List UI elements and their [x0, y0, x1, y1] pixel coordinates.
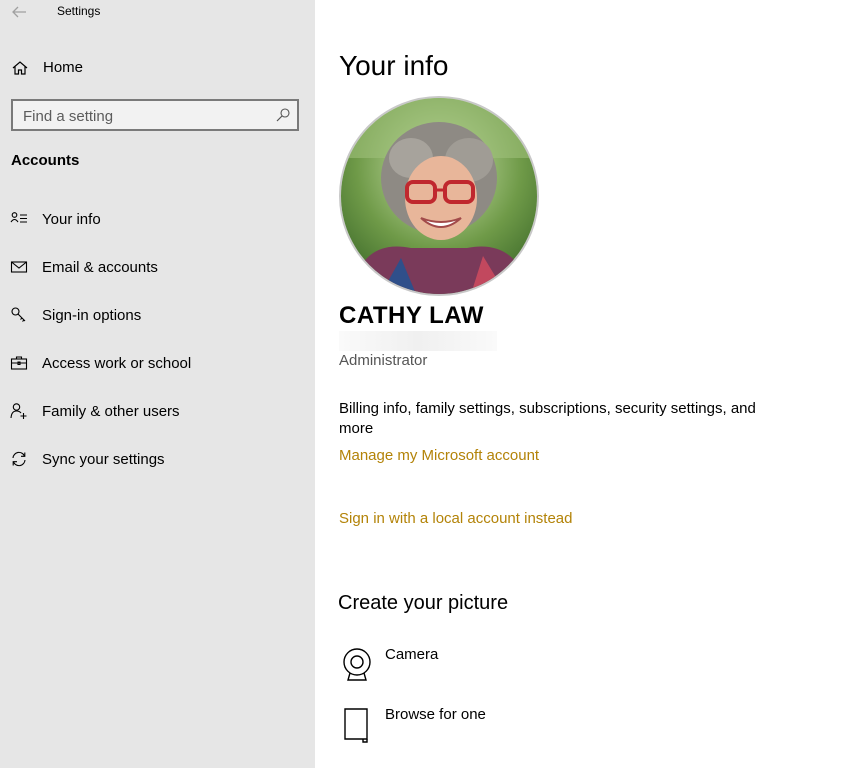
email-redacted [339, 331, 497, 351]
user-role: Administrator [339, 352, 428, 369]
local-account-link[interactable]: Sign in with a local account instead [339, 510, 572, 527]
title-bar: Settings [0, 0, 315, 26]
back-arrow-icon[interactable] [10, 4, 28, 20]
sync-icon [12, 451, 26, 467]
sidebar: Settings Home Accounts Your info [0, 0, 315, 768]
sidebar-item-label: Your info [42, 211, 101, 228]
key-icon [11, 307, 26, 322]
sidebar-item-your-info[interactable]: Your info [0, 203, 315, 251]
sidebar-item-label: Sign-in options [42, 307, 142, 324]
create-picture-title: Create your picture [338, 592, 509, 614]
manage-account-link[interactable]: Manage my Microsoft account [339, 447, 539, 464]
document-icon [344, 708, 368, 743]
person-list-icon [10, 212, 27, 223]
section-title: Accounts [11, 152, 80, 169]
home-icon [12, 61, 28, 75]
sidebar-item-email-accounts[interactable]: Email & accounts [0, 251, 315, 299]
sidebar-item-access-work[interactable]: Access work or school [0, 347, 315, 395]
avatar [339, 96, 539, 296]
sidebar-item-label: Access work or school [42, 355, 192, 372]
main-content: Your info CATHY LAW Administrator Billin… [315, 0, 856, 768]
sidebar-item-home[interactable]: Home [0, 52, 315, 84]
browse-option[interactable]: Browse for one [339, 706, 639, 750]
sidebar-item-label: Sync your settings [42, 451, 165, 468]
camera-icon [343, 648, 371, 681]
sidebar-nav: Your info Email & accounts Sign-in optio… [0, 203, 315, 491]
avatar-photo [341, 98, 537, 294]
billing-description: Billing info, family settings, subscript… [339, 400, 756, 437]
search-box[interactable] [11, 99, 299, 131]
app-title: Settings [57, 4, 101, 18]
sidebar-item-sign-in-options[interactable]: Sign-in options [0, 299, 315, 347]
home-label: Home [43, 59, 84, 76]
page-title: Your info [339, 50, 449, 81]
mail-icon [10, 261, 28, 273]
sidebar-item-label: Family & other users [42, 403, 180, 420]
search-icon[interactable] [275, 107, 291, 123]
person-add-icon [10, 403, 27, 419]
sidebar-item-family-users[interactable]: Family & other users [0, 395, 315, 443]
sidebar-item-sync-settings[interactable]: Sync your settings [0, 443, 315, 491]
camera-option[interactable]: Camera [339, 646, 639, 690]
briefcase-icon [10, 356, 28, 370]
search-input[interactable] [23, 106, 263, 126]
camera-label: Camera [385, 646, 439, 663]
browse-label: Browse for one [385, 706, 486, 723]
sidebar-item-label: Email & accounts [42, 259, 158, 276]
user-name: CATHY LAW [339, 302, 484, 329]
